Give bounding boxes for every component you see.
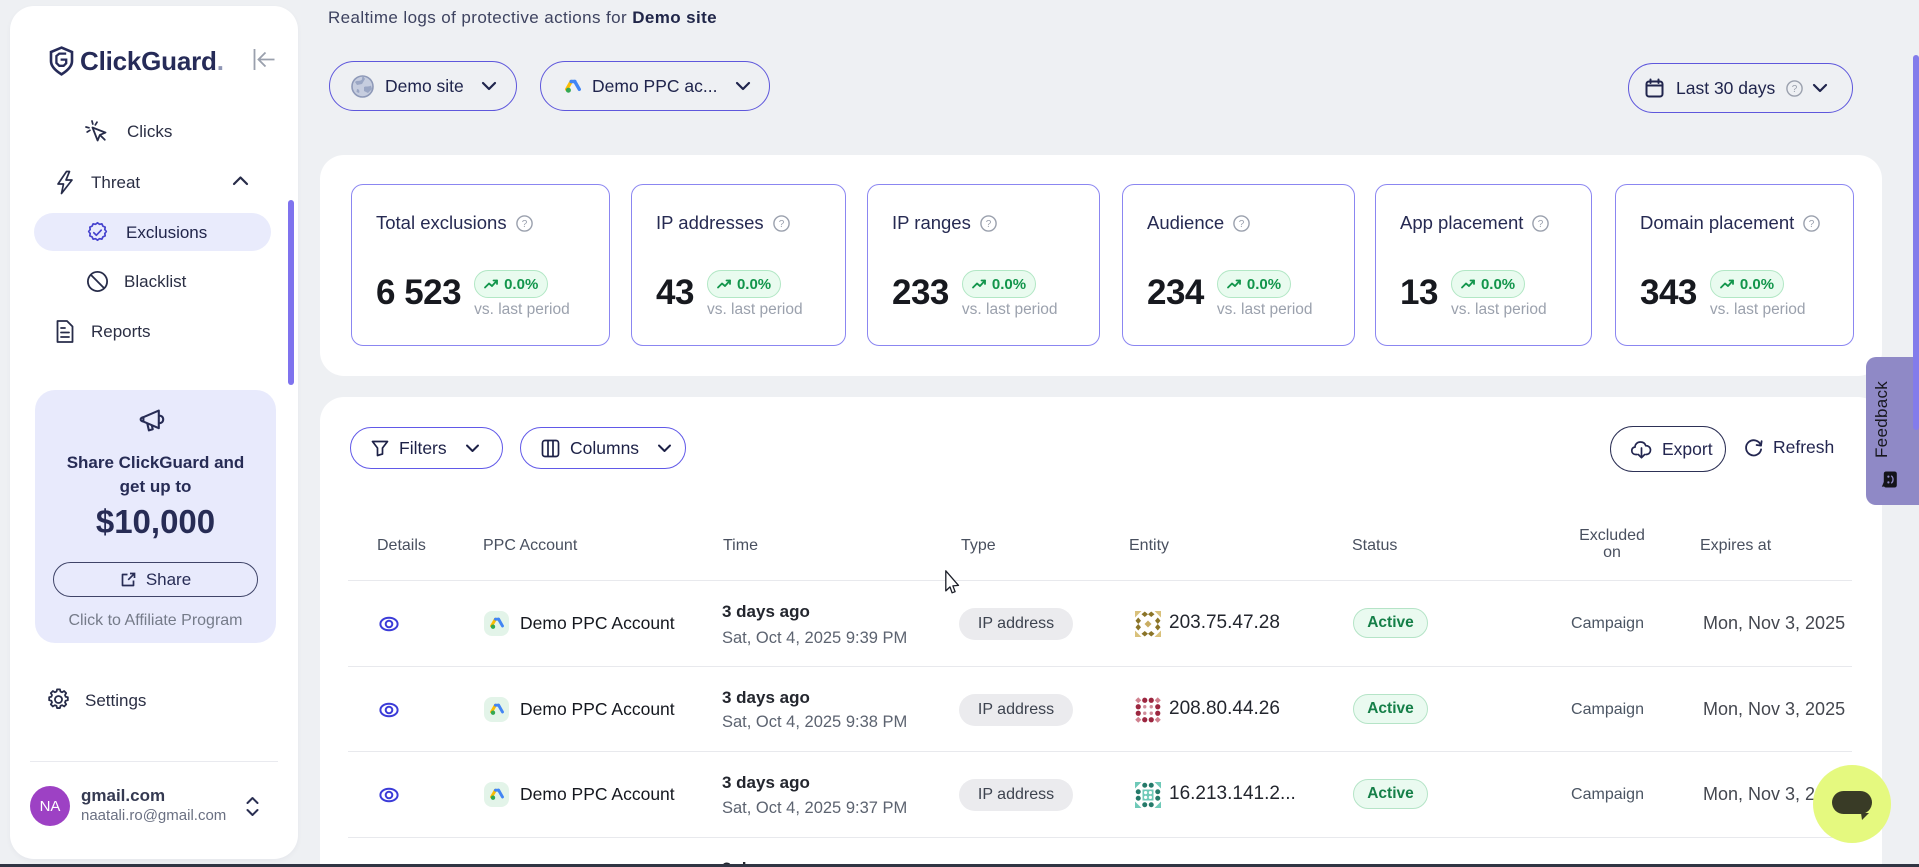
svg-text:?: ? bbox=[521, 219, 527, 230]
svg-text:?: ? bbox=[986, 219, 992, 230]
svg-text:?: ? bbox=[1792, 84, 1798, 95]
svg-text:?: ? bbox=[1538, 219, 1544, 230]
svg-text:?: ? bbox=[1809, 219, 1815, 230]
svg-text:?: ? bbox=[1239, 219, 1245, 230]
svg-text:?: ? bbox=[778, 219, 784, 230]
